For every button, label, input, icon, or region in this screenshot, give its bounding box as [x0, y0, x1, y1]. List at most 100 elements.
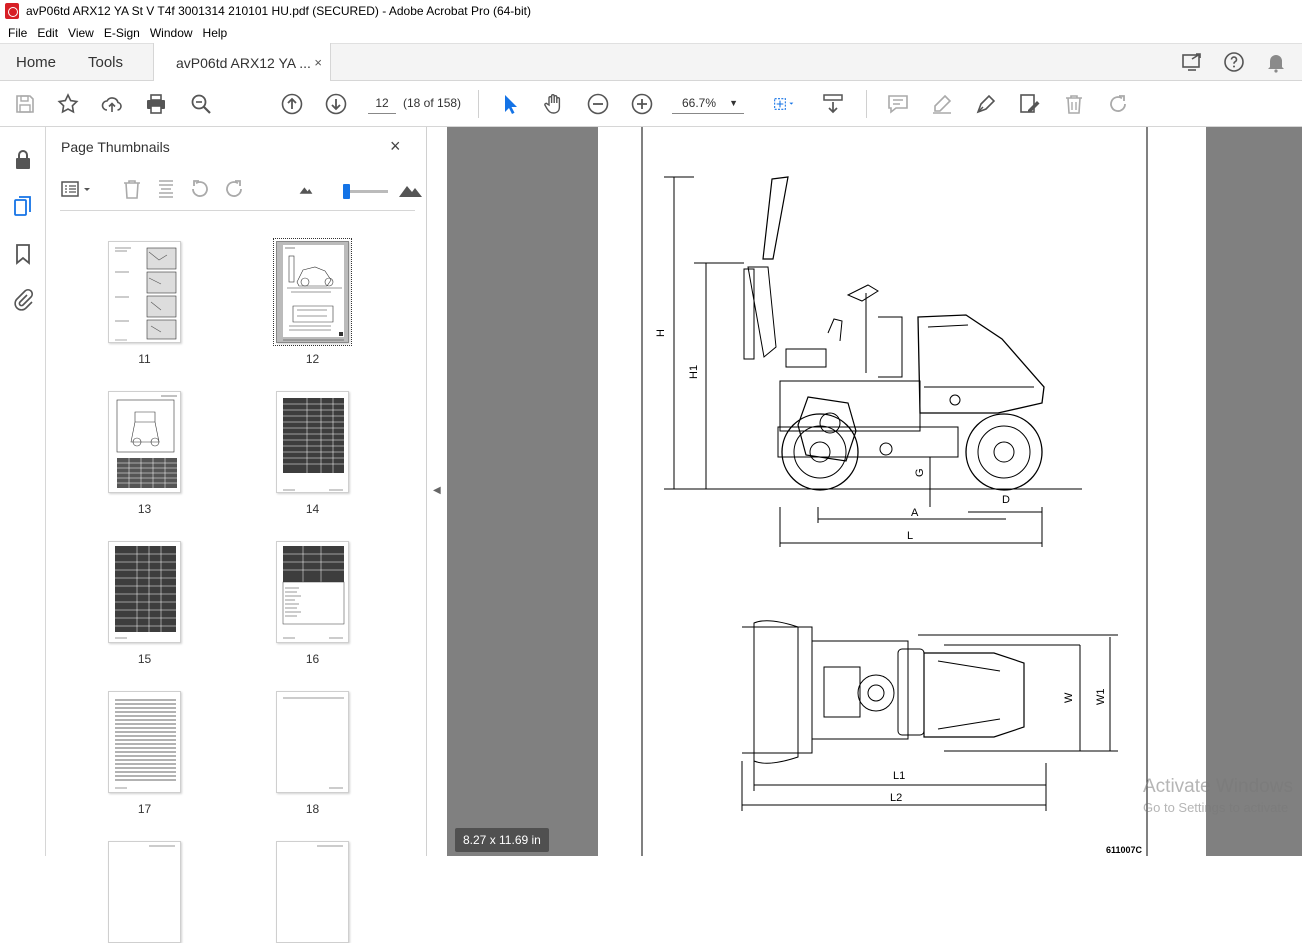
page-thumbnail[interactable]: [108, 541, 181, 643]
menu-help[interactable]: Help: [198, 26, 233, 40]
thumbnail-label: 13: [137, 502, 152, 516]
toolbar-divider: [866, 90, 867, 118]
tab-close-button[interactable]: ×: [314, 55, 322, 70]
delete-trash-icon[interactable]: [1061, 91, 1087, 117]
security-lock-icon[interactable]: [10, 147, 36, 173]
thumbnail-label: 15: [137, 652, 152, 666]
main-toolbar: 12 (18 of 158) 66.7% ▼: [0, 81, 1302, 127]
panel-close-button[interactable]: ×: [390, 136, 401, 157]
page-thumbnails-panel: Page Thumbnails × 11 12 13 14 15 16 17 1…: [46, 127, 466, 943]
page-thumbnail[interactable]: [276, 541, 349, 643]
tab-document[interactable]: avP06td ARX12 YA ... ×: [153, 43, 331, 82]
upload-cloud-icon[interactable]: [99, 91, 125, 117]
delete-page-icon[interactable]: [120, 177, 144, 204]
panel-title: Page Thumbnails: [61, 139, 170, 155]
menu-esign[interactable]: E-Sign: [99, 26, 145, 40]
pdf-page: H H1 G A D L W W1 L1 L2 611007C: [598, 127, 1206, 856]
dimension-label-w1: W1: [1095, 689, 1107, 706]
thumbnail-label: 17: [137, 802, 152, 816]
menu-window[interactable]: Window: [145, 26, 198, 40]
notifications-bell-icon[interactable]: [1264, 50, 1288, 77]
rotate-left-icon[interactable]: [188, 177, 212, 204]
page-number-input[interactable]: 12: [368, 92, 396, 114]
page-thumbnail[interactable]: [108, 691, 181, 793]
thumbnail-label: 16: [305, 652, 320, 666]
next-page-icon[interactable]: [323, 91, 349, 117]
menu-view[interactable]: View: [63, 26, 99, 40]
page-thumbnail[interactable]: [276, 691, 349, 793]
save-icon[interactable]: [12, 91, 38, 117]
watermark-line2: Go to Settings to activate: [1143, 800, 1289, 815]
machine-dimension-drawing: H H1 G A D L W W1 L1 L2 611007C: [641, 127, 1148, 856]
page-thumbnails-icon[interactable]: [10, 193, 36, 219]
menu-file[interactable]: File: [3, 26, 32, 40]
tab-document-label: avP06td ARX12 YA ...: [176, 54, 311, 71]
thumbnail-small-icon[interactable]: [298, 181, 314, 200]
tab-tools[interactable]: Tools: [88, 44, 123, 81]
tab-home[interactable]: Home: [16, 44, 56, 81]
thumbnail-size-slider[interactable]: [343, 184, 388, 199]
slider-handle[interactable]: [343, 184, 350, 199]
zoom-out-icon[interactable]: [585, 91, 611, 117]
draw-pen-icon[interactable]: [973, 91, 999, 117]
dimension-label-h1: H1: [688, 365, 700, 379]
zoom-search-icon[interactable]: [188, 91, 214, 117]
chevron-down-icon: ▼: [729, 98, 738, 108]
hand-pan-icon[interactable]: [541, 91, 567, 117]
chevron-left-icon: ◀: [433, 485, 441, 496]
watermark-line1: Activate Windows: [1143, 776, 1293, 797]
bookmarks-icon[interactable]: [10, 241, 36, 267]
dimension-label-w: W: [1063, 692, 1075, 703]
extract-pages-icon[interactable]: [154, 177, 178, 204]
toolbar-divider: [478, 90, 479, 118]
document-view[interactable]: H H1 G A D L W W1 L1 L2 611007C 8.27 x 1…: [447, 127, 1302, 856]
scroll-mode-icon[interactable]: [820, 91, 846, 117]
dimension-label-h: H: [655, 329, 667, 337]
help-icon[interactable]: [1222, 50, 1246, 77]
window-title: avP06td ARX12 YA St V T4f 3001314 210101…: [26, 4, 531, 18]
page-thumbnail[interactable]: [108, 391, 181, 493]
menu-edit[interactable]: Edit: [32, 26, 63, 40]
rotate-right-icon[interactable]: [222, 177, 246, 204]
page-thumbnail[interactable]: [276, 391, 349, 493]
edit-stamp-icon[interactable]: [1017, 91, 1043, 117]
select-cursor-icon[interactable]: [497, 91, 523, 117]
drawing-reference-number: 611007C: [1106, 845, 1143, 855]
navigation-rail: [0, 127, 46, 856]
fit-page-icon[interactable]: [765, 91, 803, 117]
title-bar: avP06td ARX12 YA St V T4f 3001314 210101…: [0, 0, 1302, 22]
options-menu-icon[interactable]: [60, 177, 96, 204]
zoom-in-icon[interactable]: [629, 91, 655, 117]
thumbnail-label: 14: [305, 502, 320, 516]
thumbnail-label: 11: [138, 352, 151, 366]
thumbnail-large-icon[interactable]: [398, 178, 424, 203]
zoom-level-select[interactable]: 66.7% ▼: [672, 92, 744, 114]
acrobat-logo-icon: [5, 3, 19, 19]
dimension-label-g: G: [914, 468, 926, 477]
comment-icon[interactable]: [885, 91, 911, 117]
dimension-label-l: L: [907, 530, 913, 542]
highlight-pen-icon[interactable]: [929, 91, 955, 117]
share-screen-icon[interactable]: [1180, 50, 1204, 77]
page-thumbnail-selected[interactable]: [273, 238, 352, 346]
thumbnail-label: 18: [305, 802, 320, 816]
page-thumbnail[interactable]: [276, 841, 349, 943]
dimension-label-l1: L1: [893, 770, 905, 782]
panel-collapse-handle[interactable]: ◀: [427, 127, 447, 856]
redo-icon[interactable]: [1105, 91, 1131, 117]
thumbnail-label: 12: [305, 352, 320, 366]
dimension-label-d: D: [1002, 494, 1010, 506]
page-thumbnail[interactable]: [108, 241, 181, 343]
bookmark-star-icon[interactable]: [55, 91, 81, 117]
dimension-label-l2: L2: [890, 792, 902, 804]
tab-bar: Home Tools avP06td ARX12 YA ... ×: [0, 43, 1302, 82]
page-count-label: (18 of 158): [403, 96, 462, 110]
activation-watermark: Activate Windows Go to Settings to activ…: [1143, 776, 1293, 815]
previous-page-icon[interactable]: [279, 91, 305, 117]
print-icon[interactable]: [143, 91, 169, 117]
zoom-level-value: 66.7%: [682, 96, 717, 110]
page-thumbnail[interactable]: [108, 841, 181, 943]
attachments-paperclip-icon[interactable]: [10, 287, 36, 313]
menu-bar: File Edit View E-Sign Window Help: [0, 22, 1302, 43]
dimension-label-a: A: [911, 507, 919, 519]
